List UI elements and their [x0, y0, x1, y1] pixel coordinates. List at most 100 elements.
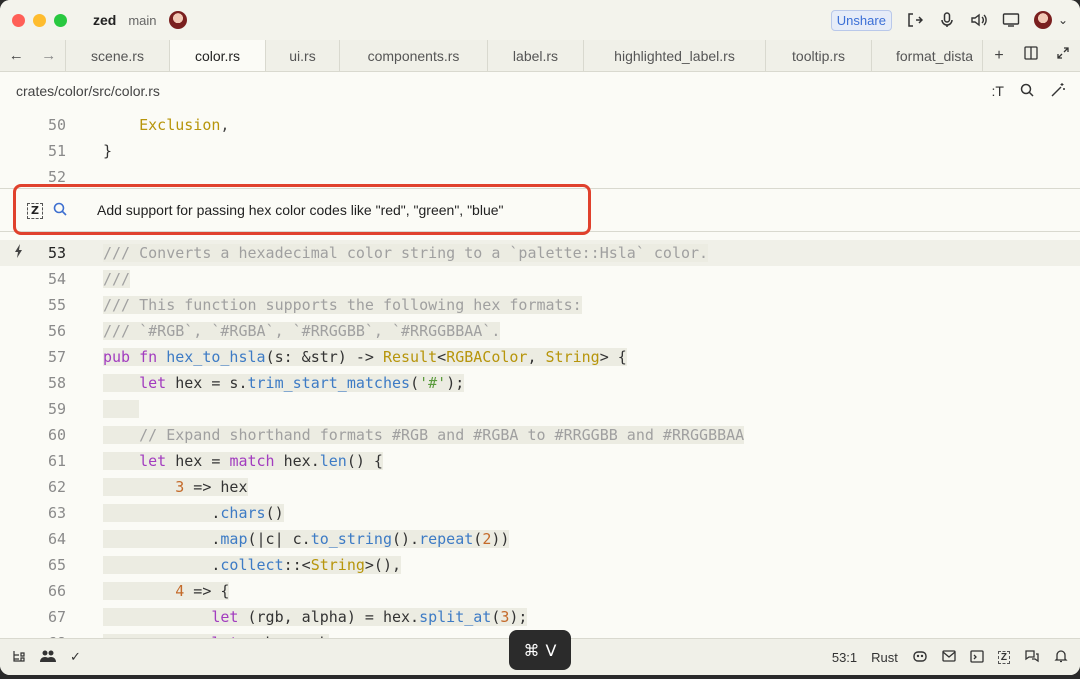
line-number: 59: [47, 400, 66, 418]
title-actions: Unshare ⌄: [830, 0, 1068, 40]
search-icon[interactable]: [1020, 83, 1034, 100]
assistant-icon: Z: [27, 203, 43, 219]
back-arrow-icon[interactable]: ←: [0, 47, 33, 64]
tab-tooltip-rs[interactable]: tooltip.rs: [766, 40, 872, 71]
line-number: 57: [47, 348, 66, 366]
minimize-window-button[interactable]: [33, 13, 46, 27]
status-left: ✓: [12, 649, 81, 666]
code-line: 66 4 => {: [0, 578, 1080, 604]
code-text: ///: [103, 270, 131, 288]
code-editor[interactable]: 50 Exclusion, 51 } 52 Z Add support for …: [0, 112, 1080, 638]
project-panel-icon[interactable]: [12, 649, 26, 666]
code-line-current: 53 /// Converts a hexadecimal color stri…: [0, 240, 1080, 266]
feedback-mail-icon[interactable]: [942, 650, 956, 665]
line-number: 55: [47, 296, 66, 314]
close-window-button[interactable]: [12, 13, 25, 27]
diagnostics-check-icon[interactable]: ✓: [70, 649, 81, 665]
terminal-icon[interactable]: [970, 649, 984, 666]
code-text: [103, 400, 140, 418]
status-right: 53:1 Rust Z: [832, 639, 1068, 675]
code-line: 67 let (rgb, alpha) = hex.split_at(3);: [0, 604, 1080, 630]
tab-ui-rs[interactable]: ui.rs: [266, 40, 340, 71]
collab-panel-icon[interactable]: [40, 649, 56, 666]
line-number: 54: [47, 270, 66, 288]
code-line: 52: [0, 164, 1080, 190]
code-text: /// Converts a hexadecimal color string …: [103, 244, 709, 262]
collaborator-avatar[interactable]: [168, 11, 187, 29]
inline-assistant-prompt[interactable]: Z Add support for passing hex color code…: [0, 188, 1080, 232]
line-number: 58: [47, 374, 66, 392]
tab-components-rs[interactable]: components.rs: [340, 40, 488, 71]
language-selector[interactable]: Rust: [871, 650, 898, 665]
code-text: }: [103, 142, 113, 160]
mic-icon[interactable]: [938, 11, 956, 29]
code-text: let (rgb, alpha) = hex.split_at(3);: [103, 608, 528, 626]
breadcrumb-actions: :T: [992, 73, 1066, 109]
line-number: 67: [47, 608, 66, 626]
notification-bell-icon[interactable]: [1054, 649, 1068, 666]
chat-icon[interactable]: [1024, 649, 1040, 666]
tab-highlighted-label-rs[interactable]: highlighted_label.rs: [584, 40, 766, 71]
maximize-window-button[interactable]: [54, 13, 67, 27]
new-tab-icon[interactable]: +: [983, 47, 1015, 65]
user-avatar[interactable]: [1033, 11, 1052, 29]
code-line: 50 Exclusion,: [0, 112, 1080, 138]
code-line: 55 /// This function supports the follow…: [0, 292, 1080, 318]
unshare-button[interactable]: Unshare: [830, 9, 892, 31]
screen-share-icon[interactable]: [1002, 11, 1020, 29]
breadcrumb-bar: crates/color/src/color.rs :T: [0, 73, 1080, 109]
line-number: 65: [47, 556, 66, 574]
assistant-panel-icon[interactable]: Z: [997, 651, 1010, 664]
history-navigation: ← →: [0, 40, 66, 71]
forward-arrow-icon[interactable]: →: [33, 47, 66, 64]
breadcrumb[interactable]: crates/color/src/color.rs: [16, 83, 160, 99]
code-text: .chars(): [103, 504, 284, 522]
code-text: pub fn hex_to_hsla(s: &str) -> Result<RG…: [103, 348, 627, 366]
code-text: let hex = s.trim_start_matches('#');: [103, 374, 465, 392]
code-text: 3 => hex: [103, 478, 248, 496]
tab-bar: ← → scene.rs color.rs ui.rs components.r…: [0, 40, 1080, 72]
code-text: /// This function supports the following…: [103, 296, 582, 314]
line-number: 63: [47, 504, 66, 522]
outline-button[interactable]: :T: [992, 83, 1004, 99]
line-number: 66: [47, 582, 66, 600]
tabs: scene.rs color.rs ui.rs components.rs la…: [66, 40, 982, 71]
chevron-down-icon[interactable]: ⌄: [1058, 13, 1068, 27]
code-line: 64 .map(|c| c.to_string().repeat(2)): [0, 526, 1080, 552]
code-text: /// `#RGB`, `#RGBA`, `#RRGGBB`, `#RRGGBB…: [103, 322, 501, 340]
line-number: 50: [47, 116, 66, 134]
line-number: 53: [47, 244, 66, 262]
prompt-input[interactable]: Add support for passing hex color codes …: [97, 202, 504, 218]
speaker-icon[interactable]: [970, 11, 988, 29]
key-letter: V: [545, 640, 557, 660]
code-line: 51 }: [0, 138, 1080, 164]
search-icon: [52, 198, 70, 220]
assistant-wand-icon[interactable]: [1050, 82, 1066, 101]
line-number: 64: [47, 530, 66, 548]
maximize-pane-icon[interactable]: [1047, 46, 1079, 65]
code-text: Exclusion,: [139, 116, 230, 134]
code-text: .map(|c| c.to_string().repeat(2)): [103, 530, 510, 548]
tab-scene-rs[interactable]: scene.rs: [66, 40, 170, 71]
tab-format-distance[interactable]: format_dista: [872, 40, 982, 71]
line-number: 61: [47, 452, 66, 470]
line-number: 62: [47, 478, 66, 496]
bolt-icon[interactable]: [12, 244, 26, 262]
tab-label-rs[interactable]: label.rs: [488, 40, 584, 71]
tab-color-rs[interactable]: color.rs: [170, 40, 266, 71]
project-name[interactable]: zed: [93, 12, 116, 28]
code-text: 4 => {: [103, 582, 230, 600]
share-icon[interactable]: [906, 11, 924, 29]
split-pane-icon[interactable]: [1015, 46, 1047, 65]
window-controls: [12, 13, 67, 27]
branch-name[interactable]: main: [128, 13, 156, 28]
code-line: 61 let hex = match hex.len() {: [0, 448, 1080, 474]
title-bar: zed main Unshare ⌄: [0, 0, 1080, 40]
tab-bar-actions: +: [982, 40, 1080, 71]
line-number: 60: [47, 426, 66, 444]
code-line: 60 // Expand shorthand formats #RGB and …: [0, 422, 1080, 448]
keystroke-overlay: ⌘ V: [509, 630, 571, 670]
code-text: // Expand shorthand formats #RGB and #RG…: [103, 426, 745, 444]
copilot-icon[interactable]: [912, 649, 928, 666]
cursor-position[interactable]: 53:1: [832, 650, 857, 665]
